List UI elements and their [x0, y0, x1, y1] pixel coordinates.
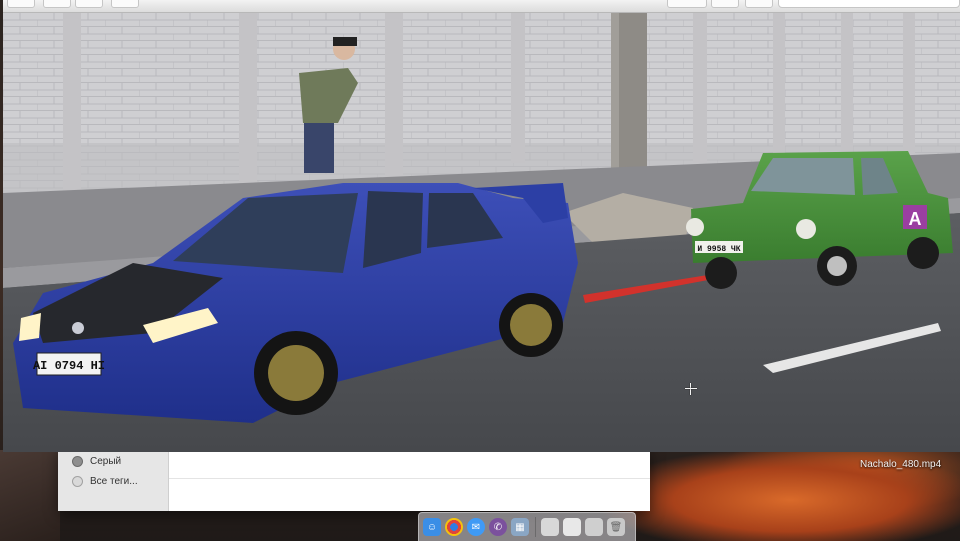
- trash-icon[interactable]: 🗑: [607, 518, 625, 536]
- photos-icon[interactable]: ▦: [511, 518, 529, 536]
- search-input[interactable]: [778, 0, 960, 8]
- sidebar-tag-all[interactable]: Все теги...: [72, 472, 138, 490]
- window-icon-2[interactable]: [563, 518, 581, 536]
- chrome-icon[interactable]: [445, 518, 463, 536]
- export-button[interactable]: [745, 0, 773, 8]
- finder-content: [169, 448, 650, 511]
- finder-window: Серый Все теги...: [58, 448, 650, 511]
- front-license-plate: AI 0794 HI: [33, 359, 105, 373]
- video-frame[interactable]: AI 0794 HI И 9958 ЧК A: [3, 13, 960, 452]
- all-tags-icon: [72, 475, 83, 487]
- markup-button[interactable]: [667, 0, 707, 8]
- sidebar-tag-gray[interactable]: Серый: [72, 452, 121, 470]
- dock-separator: [535, 517, 536, 537]
- player-titlebar[interactable]: [3, 0, 960, 13]
- desktop-file-label[interactable]: Nachalo_480.mp4: [860, 459, 941, 470]
- viber-icon[interactable]: ✆: [489, 518, 507, 536]
- share-button[interactable]: [111, 0, 139, 8]
- green-car-license-plate: И 9958 ЧК: [697, 245, 740, 254]
- sidebar-tag-label: Все теги...: [90, 475, 138, 487]
- messages-icon[interactable]: ✉: [467, 518, 485, 536]
- gray-tag-icon: [72, 455, 83, 467]
- zoom-in-button[interactable]: [75, 0, 103, 8]
- video-player-window[interactable]: AI 0794 HI И 9958 ЧК A: [3, 0, 960, 452]
- zoom-out-button[interactable]: [43, 0, 71, 8]
- sidebar-toggle-button[interactable]: [7, 0, 35, 8]
- video-badge: A: [909, 209, 922, 229]
- divider: [169, 478, 650, 479]
- video-scene: AI 0794 HI И 9958 ЧК A: [3, 13, 960, 452]
- desktop-wallpaper-rock: [0, 450, 60, 541]
- window-icon-3[interactable]: [585, 518, 603, 536]
- rotate-button[interactable]: [711, 0, 739, 8]
- finder-sidebar: Серый Все теги...: [58, 448, 169, 511]
- sidebar-tag-label: Серый: [90, 455, 122, 467]
- finder-icon[interactable]: ☺: [423, 518, 441, 536]
- dock: ☺ ✉ ✆ ▦ 🗑: [418, 512, 636, 541]
- crosshair-cursor-icon: [685, 383, 697, 395]
- window-icon-1[interactable]: [541, 518, 559, 536]
